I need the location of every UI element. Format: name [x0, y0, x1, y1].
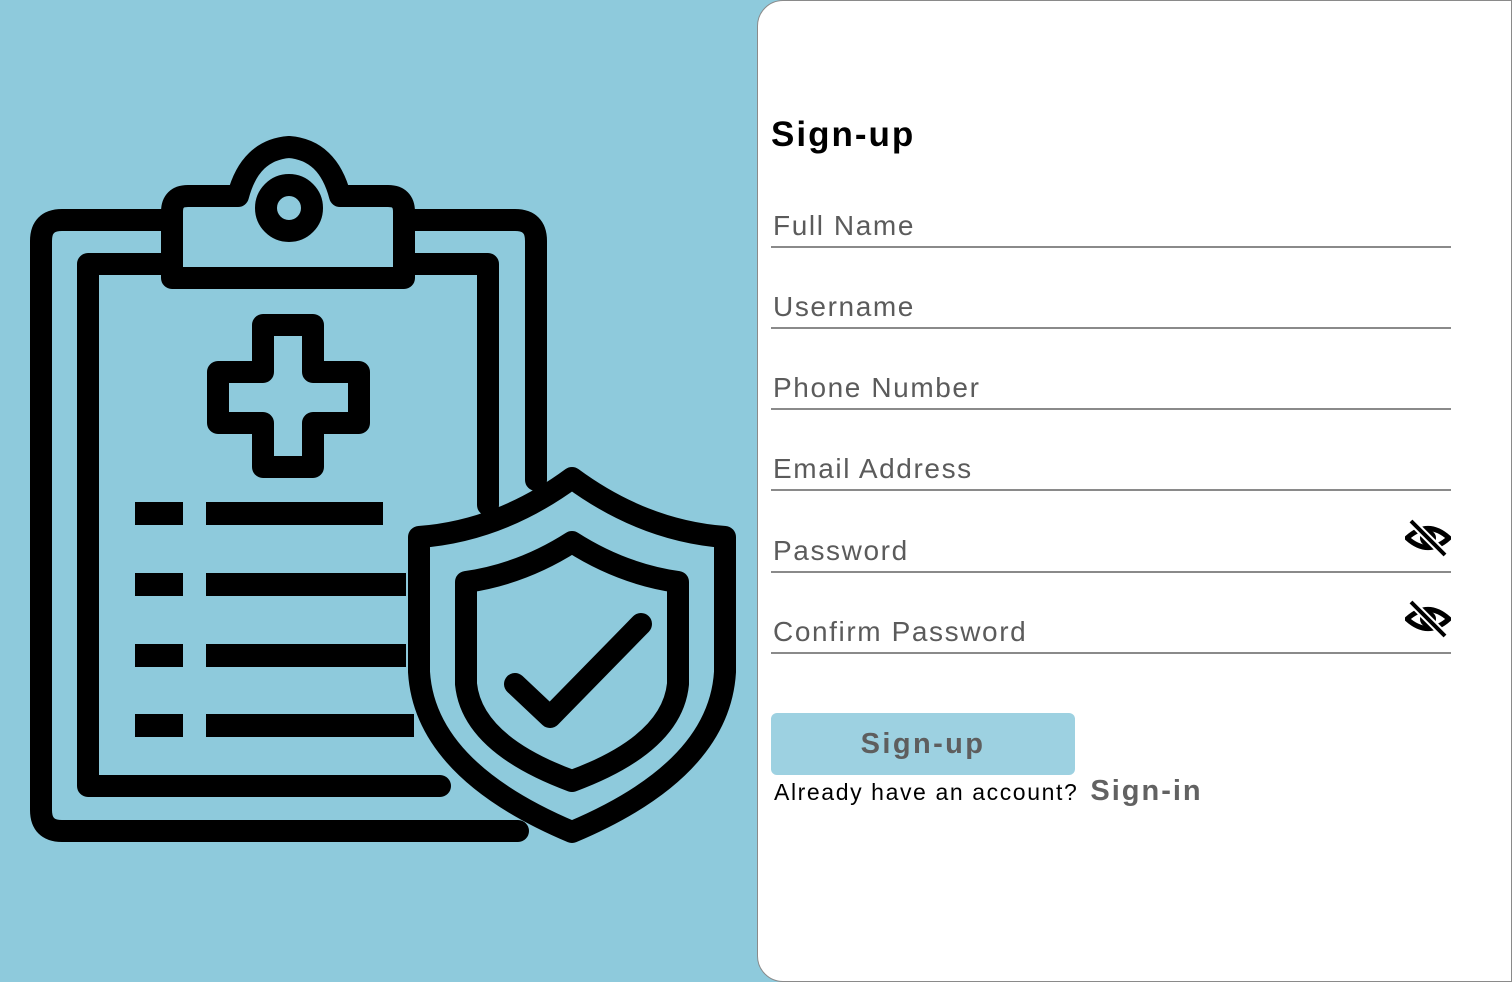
page-title: Sign-up — [771, 115, 916, 154]
phone-number-field — [771, 368, 1451, 410]
password-field — [771, 518, 1451, 573]
confirm-password-input[interactable] — [773, 612, 1393, 652]
password-input[interactable] — [773, 531, 1393, 571]
eye-slash-icon[interactable] — [1405, 517, 1451, 559]
signup-button[interactable]: Sign-up — [771, 713, 1075, 775]
confirm-password-field — [771, 599, 1451, 654]
username-field — [771, 287, 1451, 329]
phone-number-input[interactable] — [773, 368, 1393, 408]
signin-prompt: Already have an account? — [774, 779, 1079, 805]
signin-row: Already have an account? Sign-in — [774, 775, 1203, 811]
full-name-field — [771, 206, 1451, 248]
full-name-input[interactable] — [773, 206, 1393, 246]
eye-slash-icon[interactable] — [1405, 598, 1451, 640]
username-input[interactable] — [773, 287, 1393, 327]
signup-panel: Sign-up Sign-up Already have an account? — [757, 0, 1512, 982]
medical-clipboard-shield-icon — [30, 136, 736, 843]
email-address-field — [771, 449, 1451, 491]
email-address-input[interactable] — [773, 449, 1393, 489]
illustration-pane — [0, 0, 757, 982]
signin-link[interactable]: Sign-in — [1090, 775, 1202, 808]
